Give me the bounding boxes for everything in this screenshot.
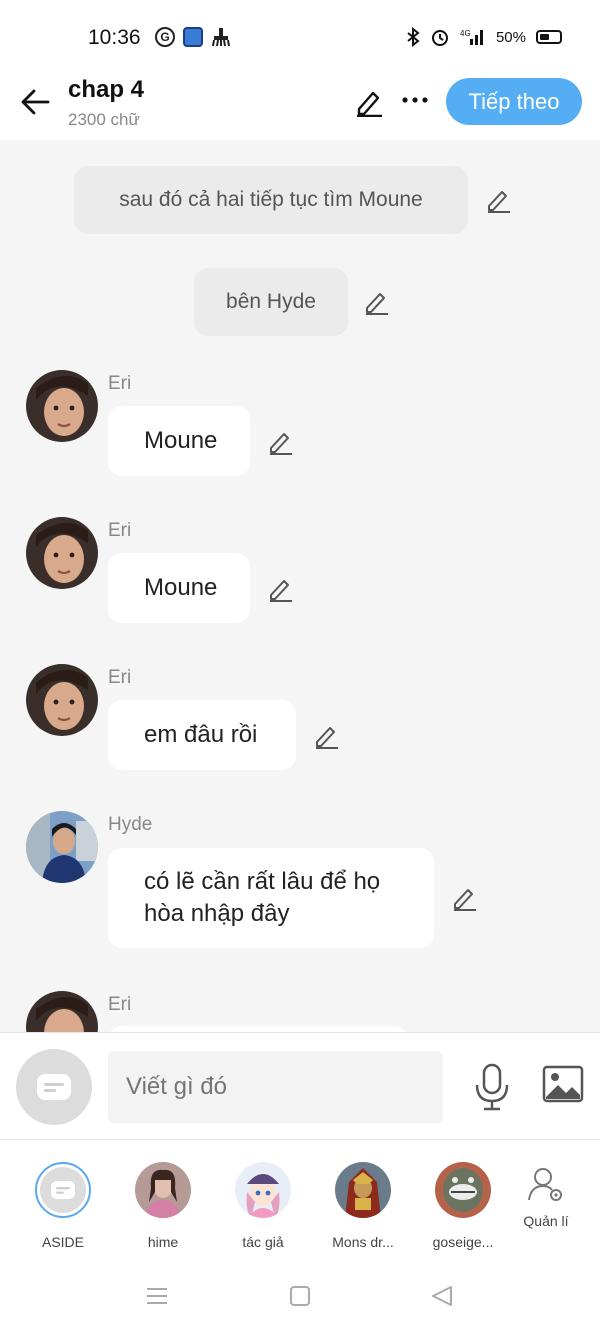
avatar-goseige — [435, 1162, 491, 1218]
status-bar: 10:36 G 4G 50% — [0, 0, 600, 70]
system-nav-bar — [0, 1265, 600, 1333]
sender-name: Eri — [108, 520, 132, 541]
chapter-header: chap 4 2300 chữ Tiếp theo — [0, 70, 600, 140]
character-aside[interactable]: ASIDE — [21, 1162, 105, 1250]
character-label: hime — [147, 1234, 179, 1250]
edit-pen-icon[interactable] — [484, 186, 512, 214]
recent-apps-icon[interactable] — [146, 1287, 168, 1305]
narration-bubble[interactable]: bên Hyde — [194, 268, 348, 336]
avatar-eri[interactable] — [26, 991, 98, 1032]
edit-pen-icon[interactable] — [266, 575, 294, 603]
sender-name: Eri — [108, 667, 132, 688]
character-label: goseige... — [432, 1234, 494, 1250]
system-back-icon[interactable] — [430, 1284, 454, 1308]
chat-area[interactable]: sau đó cả hai tiếp tục tìm Moune bên Hyd… — [0, 140, 600, 1032]
avatar-hime — [135, 1162, 191, 1218]
aside-icon — [37, 1074, 71, 1100]
character-label: tác giả — [242, 1234, 284, 1250]
character-goseige[interactable]: goseige... — [421, 1162, 505, 1250]
edit-pen-icon[interactable] — [450, 884, 478, 912]
manage-icon — [528, 1168, 562, 1201]
message-bubble[interactable]: Moune — [108, 553, 250, 623]
battery-icon — [536, 30, 562, 44]
aside-avatar — [35, 1162, 91, 1218]
character-label: Mons dr... — [332, 1234, 394, 1250]
network-label: 4G — [460, 29, 471, 38]
sender-name: Hyde — [108, 814, 153, 835]
cleaner-icon — [212, 28, 230, 47]
character-tac-gia[interactable]: tác giả — [221, 1162, 305, 1250]
battery-percent: 50% — [495, 28, 526, 46]
aside-mode-button[interactable] — [16, 1049, 92, 1125]
manage-characters-button[interactable]: Quản lí — [504, 1164, 588, 1229]
composer — [0, 1032, 600, 1140]
avatar-hyde[interactable] — [26, 811, 98, 883]
next-button[interactable]: Tiếp theo — [446, 78, 582, 125]
word-count: 2300 chữ — [68, 110, 140, 129]
character-bar: ASIDE hime tác giả Mons dr... goseige...… — [0, 1140, 600, 1265]
avatar-tac-gia — [235, 1162, 291, 1218]
character-label: Quản lí — [523, 1213, 569, 1229]
message-bubble[interactable]: em đâu rồi — [108, 700, 296, 770]
signal-icon: 4G — [460, 29, 483, 45]
microphone-icon[interactable] — [474, 1063, 510, 1111]
home-icon[interactable] — [290, 1286, 310, 1306]
sender-name: Eri — [108, 994, 132, 1015]
status-time: 10:36 — [88, 26, 141, 49]
back-arrow-icon[interactable] — [20, 86, 52, 118]
image-upload-icon[interactable] — [542, 1065, 584, 1103]
chapter-title: chap 4 — [68, 76, 145, 103]
edit-pen-icon[interactable] — [362, 288, 390, 316]
character-hime[interactable]: hime — [121, 1162, 205, 1250]
alarm-icon — [431, 30, 448, 46]
sender-name: Eri — [108, 373, 132, 394]
message-bubble[interactable]: Moune — [108, 406, 250, 476]
more-options-icon[interactable] — [400, 90, 430, 110]
avatar-eri[interactable] — [26, 664, 98, 736]
aside-icon — [51, 1181, 75, 1199]
avatar-eri[interactable] — [26, 370, 98, 442]
avatar-mons-dr — [335, 1162, 391, 1218]
google-icon: G — [155, 27, 175, 47]
narration-bubble[interactable]: sau đó cả hai tiếp tục tìm Moune — [74, 166, 468, 234]
character-label: ASIDE — [41, 1234, 84, 1250]
edit-pen-icon[interactable] — [312, 722, 340, 750]
avatar-eri[interactable] — [26, 517, 98, 589]
message-input[interactable] — [108, 1051, 443, 1123]
edit-pen-icon[interactable] — [266, 428, 294, 456]
edit-chapter-icon[interactable] — [354, 87, 384, 117]
shield-app-icon — [183, 27, 203, 47]
bluetooth-icon — [407, 27, 420, 47]
message-bubble[interactable]: có lẽ cần rất lâu để họ hòa nhập đây — [108, 848, 434, 948]
character-mons-dr[interactable]: Mons dr... — [321, 1162, 405, 1250]
